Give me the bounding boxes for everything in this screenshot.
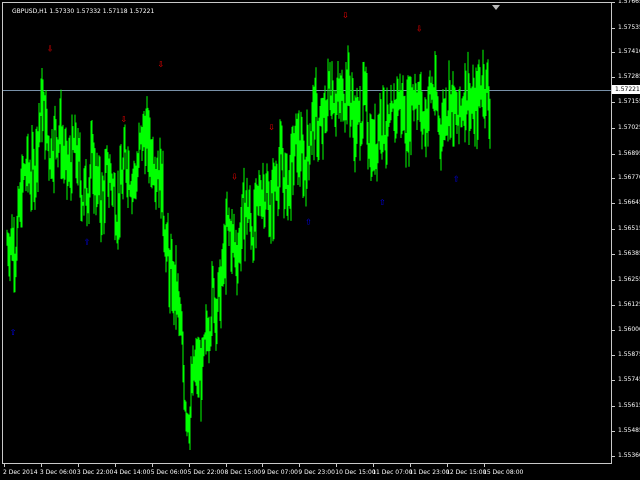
price-tick [612, 431, 615, 433]
price-tick [612, 27, 615, 29]
price-tick [612, 380, 615, 382]
price-tick [612, 2, 615, 3]
time-tick [151, 464, 153, 467]
time-tick [336, 464, 338, 467]
price-label: 1.55615 [618, 401, 640, 409]
time-tick [188, 464, 190, 467]
price-label: 1.56895 [618, 149, 640, 157]
price-tick [612, 330, 615, 331]
price-label: 1.55745 [618, 376, 640, 384]
price-tick [612, 153, 615, 155]
price-label: 1.56000 [618, 326, 640, 333]
time-tick [77, 464, 79, 467]
time-label: 15 Dec 08:00 [483, 469, 524, 476]
price-label: 1.56645 [618, 198, 640, 206]
price-tick [612, 354, 615, 356]
time-tick [114, 464, 116, 467]
price-label: 1.57410 [618, 48, 640, 56]
price-tick [612, 305, 615, 307]
time-axis[interactable]: 2 Dec 2014 3 Dec 06:00 3 Dec 22:00 4 Dec 14… [0, 464, 612, 480]
time-label: 3 Dec 22:00 [76, 469, 114, 476]
time-tick [40, 464, 42, 467]
arrow-up-icon: ⇧ [305, 218, 312, 227]
price-label: 1.57025 [618, 124, 640, 132]
price-label: 1.57155 [618, 98, 640, 106]
arrow-down-icon: ⇩ [342, 11, 349, 20]
price-tick [612, 456, 615, 458]
chart-window[interactable]: ⇧⇩⇧⇩⇩⇧⇩⇩⇧⇩⇧⇩⇧ GBPUSD,H1 1.57330 1.57332 … [0, 0, 640, 480]
price-label: 1.56385 [618, 250, 640, 258]
price-tick [612, 405, 615, 407]
time-label: 11 Dec 07:00 [372, 469, 413, 476]
price-label: 1.56770 [618, 174, 640, 182]
time-label: 10 Dec 15:00 [335, 469, 376, 476]
price-tick [612, 178, 615, 180]
time-tick [225, 464, 227, 467]
time-label: 9 Dec 07:00 [261, 469, 298, 476]
price-label: 1.57665 [618, 0, 640, 6]
price-tick [612, 102, 615, 104]
price-label: 1.57535 [618, 23, 640, 31]
price-tick [612, 254, 615, 256]
time-tick [262, 464, 264, 467]
arrow-down-icon: ⇩ [157, 60, 164, 69]
time-tick [484, 464, 485, 467]
price-label: 1.56515 [618, 224, 640, 232]
price-label: 1.55875 [618, 350, 640, 358]
time-label: 3 Dec 06:00 [39, 469, 77, 476]
price-tick [612, 52, 615, 54]
time-label: 4 Dec 14:00 [113, 469, 151, 476]
time-tick [299, 464, 301, 467]
candles-group [6, 45, 491, 451]
price-tick [612, 76, 615, 78]
time-label: 9 Dec 23:00 [298, 469, 335, 476]
price-axis[interactable]: 1.57665 1.57535 1.57410 1.57285 1.57155 1.570… [612, 0, 640, 464]
price-chart-plot-area[interactable]: ⇧⇩⇧⇩⇩⇧⇩⇩⇧⇩⇧⇩⇧ GBPUSD,H1 1.57330 1.57332 … [2, 2, 612, 464]
chart-shift-marker[interactable] [492, 5, 500, 10]
price-label: 1.55360 [618, 452, 640, 460]
time-label: 5 Dec 22:00 [187, 469, 225, 476]
arrow-up-icon: ⇧ [10, 328, 17, 337]
price-label: 1.55485 [618, 427, 640, 435]
time-label: 2 Dec 2014 [3, 469, 38, 476]
time-label: 11 Dec 23:00 [409, 469, 450, 476]
arrow-down-icon: ⇩ [416, 25, 423, 34]
arrow-up-icon: ⇧ [379, 198, 386, 207]
arrow-up-icon: ⇧ [453, 174, 460, 183]
arrow-down-icon: ⇩ [231, 172, 238, 181]
time-label: 5 Dec 06:00 [150, 469, 188, 476]
symbol-price-label: GBPUSD,H1 1.57330 1.57332 1.57118 1.5722… [12, 8, 155, 15]
time-label: 12 Dec 15:00 [446, 469, 487, 476]
time-label: 8 Dec 15:00 [224, 469, 262, 476]
price-label: 1.57285 [618, 72, 640, 80]
candlestick-series: ⇧⇩⇧⇩⇩⇧⇩⇩⇧⇩⇧⇩⇧ [3, 11, 611, 451]
time-tick [447, 464, 449, 467]
arrow-up-icon: ⇧ [83, 237, 90, 246]
price-label: 1.56125 [618, 301, 640, 309]
price-tick [612, 202, 615, 204]
price-tick [612, 128, 615, 130]
arrow-down-icon: ⇩ [120, 115, 127, 124]
price-label: 1.56255 [618, 275, 640, 283]
time-tick [410, 464, 412, 467]
price-tick [612, 228, 615, 230]
time-tick [373, 464, 375, 467]
arrow-down-icon: ⇩ [268, 123, 275, 132]
arrow-down-icon: ⇩ [47, 44, 54, 53]
current-price-badge: 1.57221 [612, 84, 640, 94]
price-tick [612, 279, 615, 281]
time-tick [4, 464, 5, 467]
